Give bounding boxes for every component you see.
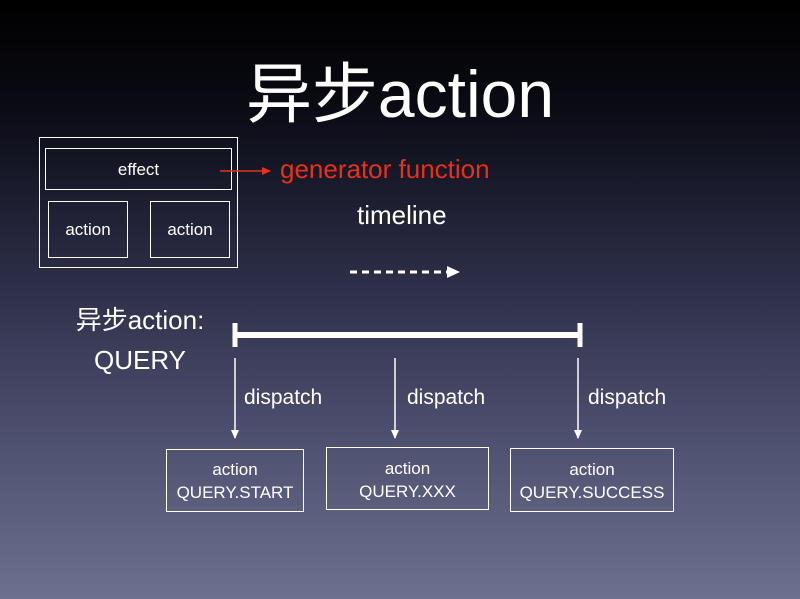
timeline-dashed-arrow-head [447,266,460,278]
action-box-query-xxx: action QUERY.XXX [326,447,489,510]
action-box-query-start: action QUERY.START [166,449,304,512]
effect-action-label-right: action [167,220,213,239]
async-action-line2: QUERY [94,345,186,375]
effect-action-label-left: action [65,220,111,239]
action-box-line2: QUERY.START [176,483,294,502]
dispatch-label-3: dispatch [588,386,667,409]
slide-title: 异步action [245,57,555,131]
timeline-label: timeline [357,200,447,230]
async-action-label: 异步action: QUERY [50,300,230,380]
async-action-line1: 异步action: [75,305,205,335]
action-box-line1: action [384,459,431,478]
dispatch-label-1: dispatch [244,386,323,409]
effect-action-box-left: action [48,201,128,258]
dispatch-label-2: dispatch [407,386,486,409]
generator-function-label: generator function [280,154,490,184]
action-box-line1: action [212,460,258,479]
action-box-line1: action [569,460,615,479]
effect-action-box-right: action [150,201,230,258]
effect-box: effect [45,148,232,190]
action-box-line2: QUERY.SUCCESS [519,483,665,502]
effect-label: effect [117,160,160,179]
action-box-query-success: action QUERY.SUCCESS [510,448,674,512]
action-box-line2: QUERY.XXX [359,482,456,501]
